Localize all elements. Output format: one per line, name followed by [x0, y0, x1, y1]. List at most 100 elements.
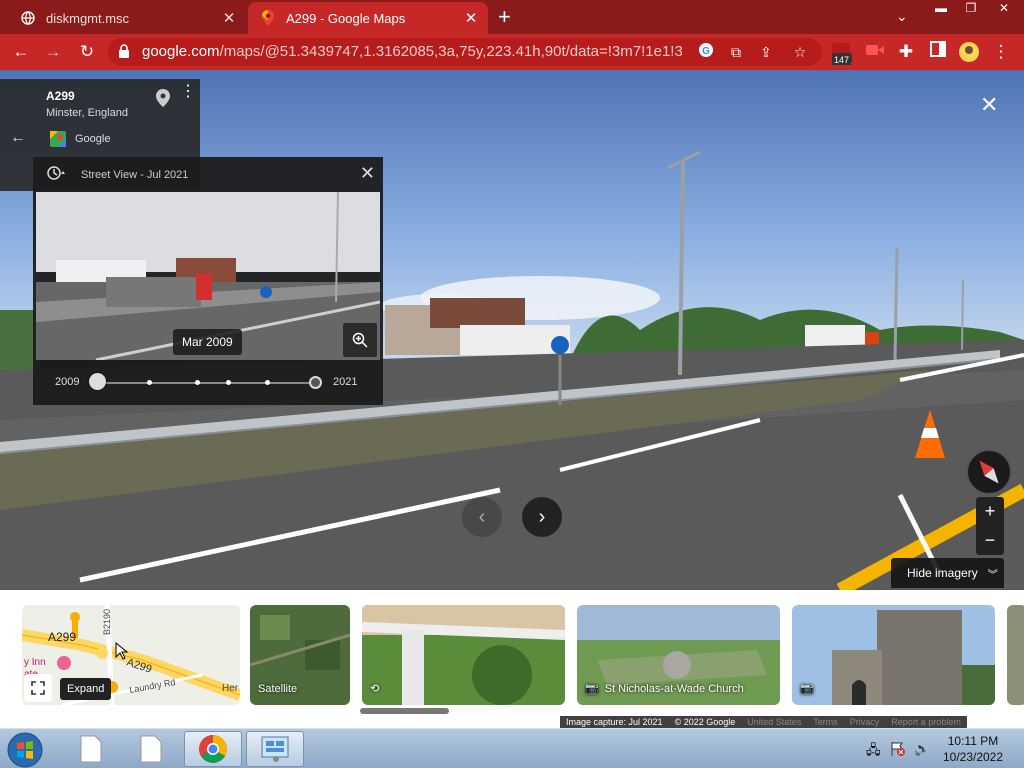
place-source: Google — [75, 133, 111, 145]
expand-tooltip: Expand — [60, 678, 112, 700]
next-arrow-icon[interactable]: › — [522, 497, 562, 537]
clock-time: 10:11 PM — [947, 734, 999, 748]
timeline-track[interactable] — [97, 382, 315, 384]
footer-link-terms[interactable]: Terms — [807, 717, 844, 727]
church-thumbnail[interactable]: 📷 St Nicholas-at-Wade Church — [577, 605, 780, 705]
google-lens-icon[interactable]: G — [696, 42, 716, 62]
timeline-slider-handle[interactable] — [89, 373, 106, 390]
profile-avatar-icon[interactable] — [958, 41, 980, 63]
tab-close-icon[interactable]: ✕ — [218, 9, 240, 27]
footer-link-privacy[interactable]: Privacy — [844, 717, 886, 727]
close-icon[interactable]: ✕ — [360, 163, 375, 184]
reload-icon[interactable]: ↻ — [76, 41, 98, 63]
time-machine-panel: Street View - Jul 2021 ✕ Mar 2009 2009 2… — [33, 157, 383, 405]
photo-360-image — [362, 605, 565, 705]
taskbar-control-panel[interactable] — [246, 731, 304, 767]
expand-map-button[interactable] — [24, 674, 52, 702]
compass-icon[interactable] — [966, 449, 1012, 495]
footer-link-united-states[interactable]: United States — [741, 717, 807, 727]
360-icon: ⟲ — [370, 683, 380, 695]
url-text[interactable]: google.com/maps/@51.3439747,1.3162085,3a… — [142, 43, 682, 60]
windows-taskbar: 🖧 🔊 10:11 PM 10/23/2022 — [0, 728, 1024, 768]
forward-icon[interactable]: → — [42, 41, 64, 63]
side-panel-icon[interactable] — [927, 41, 949, 63]
more-options-icon[interactable]: ⋮ — [180, 84, 196, 100]
photo-360-thumbnail[interactable]: ⟲ — [362, 605, 565, 705]
start-year-label: 2009 — [55, 376, 80, 388]
map-label-b2190: B2190 — [102, 609, 112, 635]
action-center-flag-icon[interactable] — [890, 741, 906, 760]
restore-icon[interactable]: ❐ — [956, 0, 986, 18]
thumbnail-title: St Nicholas-at-Wade Church — [604, 682, 744, 695]
strip-scrollbar[interactable] — [360, 708, 449, 714]
document-icon — [80, 735, 102, 763]
address-bar[interactable]: google.com/maps/@51.3439747,1.3162085,3a… — [108, 38, 822, 66]
footer-attribution: Image capture: Jul 2021 © 2022 Google Un… — [560, 716, 967, 728]
map-label-her: Her — [222, 683, 239, 694]
tab-diskmgmt[interactable]: diskmgmt.msc ✕ — [8, 2, 246, 34]
window-controls: ▬ ❐ ✕ — [926, 0, 1022, 18]
copyright-text: © 2022 Google — [674, 717, 736, 727]
network-icon[interactable]: 🖧 — [866, 741, 881, 763]
place-location: Minster, England — [46, 107, 128, 119]
menu-kebab-icon[interactable]: ⋮ — [990, 41, 1012, 63]
map-pin-icon[interactable] — [156, 89, 170, 107]
bookmark-star-icon[interactable]: ☆ — [790, 42, 810, 62]
timeline-stop[interactable] — [265, 380, 270, 385]
volume-icon[interactable]: 🔊 — [914, 741, 930, 757]
thumbnail-label: Satellite — [258, 683, 298, 695]
url-path: /maps/@51.3439747,1.3162085,3a,75y,223.4… — [219, 43, 682, 60]
open-in-app-icon[interactable]: ⧉ — [726, 42, 746, 62]
share-icon[interactable]: ⇪ — [756, 42, 776, 62]
timeline-end-stop[interactable] — [309, 376, 322, 389]
expand-icon — [31, 681, 45, 695]
hide-imagery-button[interactable]: Hide imagery ︾ — [891, 558, 1004, 588]
new-tab-icon[interactable]: + — [498, 6, 511, 28]
church-tower-thumbnail[interactable]: 📷 — [792, 605, 995, 705]
taskbar-chrome[interactable] — [184, 731, 242, 767]
start-button[interactable] — [6, 731, 44, 768]
exit-street-view-icon[interactable]: ✕ — [980, 92, 998, 118]
lock-icon[interactable] — [118, 44, 130, 63]
record-extension-icon[interactable] — [864, 41, 886, 63]
zoom-out-icon[interactable]: − — [976, 526, 1004, 555]
timeline-stop[interactable] — [147, 380, 152, 385]
minimize-icon[interactable]: ▬ — [926, 0, 956, 18]
history-clock-icon[interactable] — [47, 166, 67, 183]
system-clock[interactable]: 10:11 PM 10/23/2022 — [938, 733, 1008, 765]
map-thumbnail[interactable]: A299 B2190 A299 Laundry Rd Her y Inn ate — [22, 605, 240, 705]
thumbnail-label: ⟲ — [370, 682, 379, 695]
timeline-stop[interactable] — [195, 380, 200, 385]
more-thumbnail[interactable] — [1007, 605, 1024, 705]
selected-date-label: Mar 2009 — [173, 329, 242, 355]
camera-icon: 📷 — [800, 683, 814, 695]
place-name: A299 — [46, 89, 75, 103]
satellite-thumbnail[interactable]: Satellite — [250, 605, 350, 705]
tab-title: A299 - Google Maps — [286, 10, 406, 26]
zoom-in-icon[interactable]: + — [976, 497, 1004, 526]
tab-search-chevron-icon[interactable]: ⌄ — [896, 8, 908, 25]
time-machine-title: Street View - Jul 2021 — [81, 168, 189, 181]
footer-link-report[interactable]: Report a problem — [885, 717, 967, 727]
taskbar-document-2[interactable] — [122, 731, 180, 767]
mini-map: A299 B2190 A299 Laundry Rd Her y Inn ate — [22, 605, 240, 705]
back-arrow-icon[interactable]: ← — [10, 129, 26, 147]
zoom-control: + − — [976, 497, 1004, 555]
globe-icon — [20, 10, 36, 26]
tab-close-icon[interactable]: ✕ — [460, 9, 482, 27]
extensions-puzzle-icon[interactable]: ✚ — [895, 41, 917, 63]
browser-toolbar: ← → ↻ google.com/maps/@51.3439747,1.3162… — [0, 34, 1024, 70]
camera-icon: 📷 — [585, 683, 599, 695]
thumbnail-label: 📷 — [800, 682, 820, 695]
map-label-a299: A299 — [48, 630, 76, 644]
tab-google-maps[interactable]: A299 - Google Maps ✕ — [248, 2, 488, 34]
chevron-down-icon: ︾ — [987, 569, 998, 581]
close-window-icon[interactable]: ✕ — [986, 0, 1022, 18]
imagery-strip: A299 B2190 A299 Laundry Rd Her y Inn ate… — [0, 590, 1024, 728]
zoom-preview-icon[interactable] — [343, 323, 377, 357]
timeline-stop[interactable] — [226, 380, 231, 385]
previous-arrow-icon[interactable]: ‹ — [462, 497, 502, 537]
back-icon[interactable]: ← — [10, 41, 32, 63]
taskbar-document-1[interactable] — [62, 731, 120, 767]
thumbnail-label: 📷 St Nicholas-at-Wade Church — [585, 682, 744, 696]
